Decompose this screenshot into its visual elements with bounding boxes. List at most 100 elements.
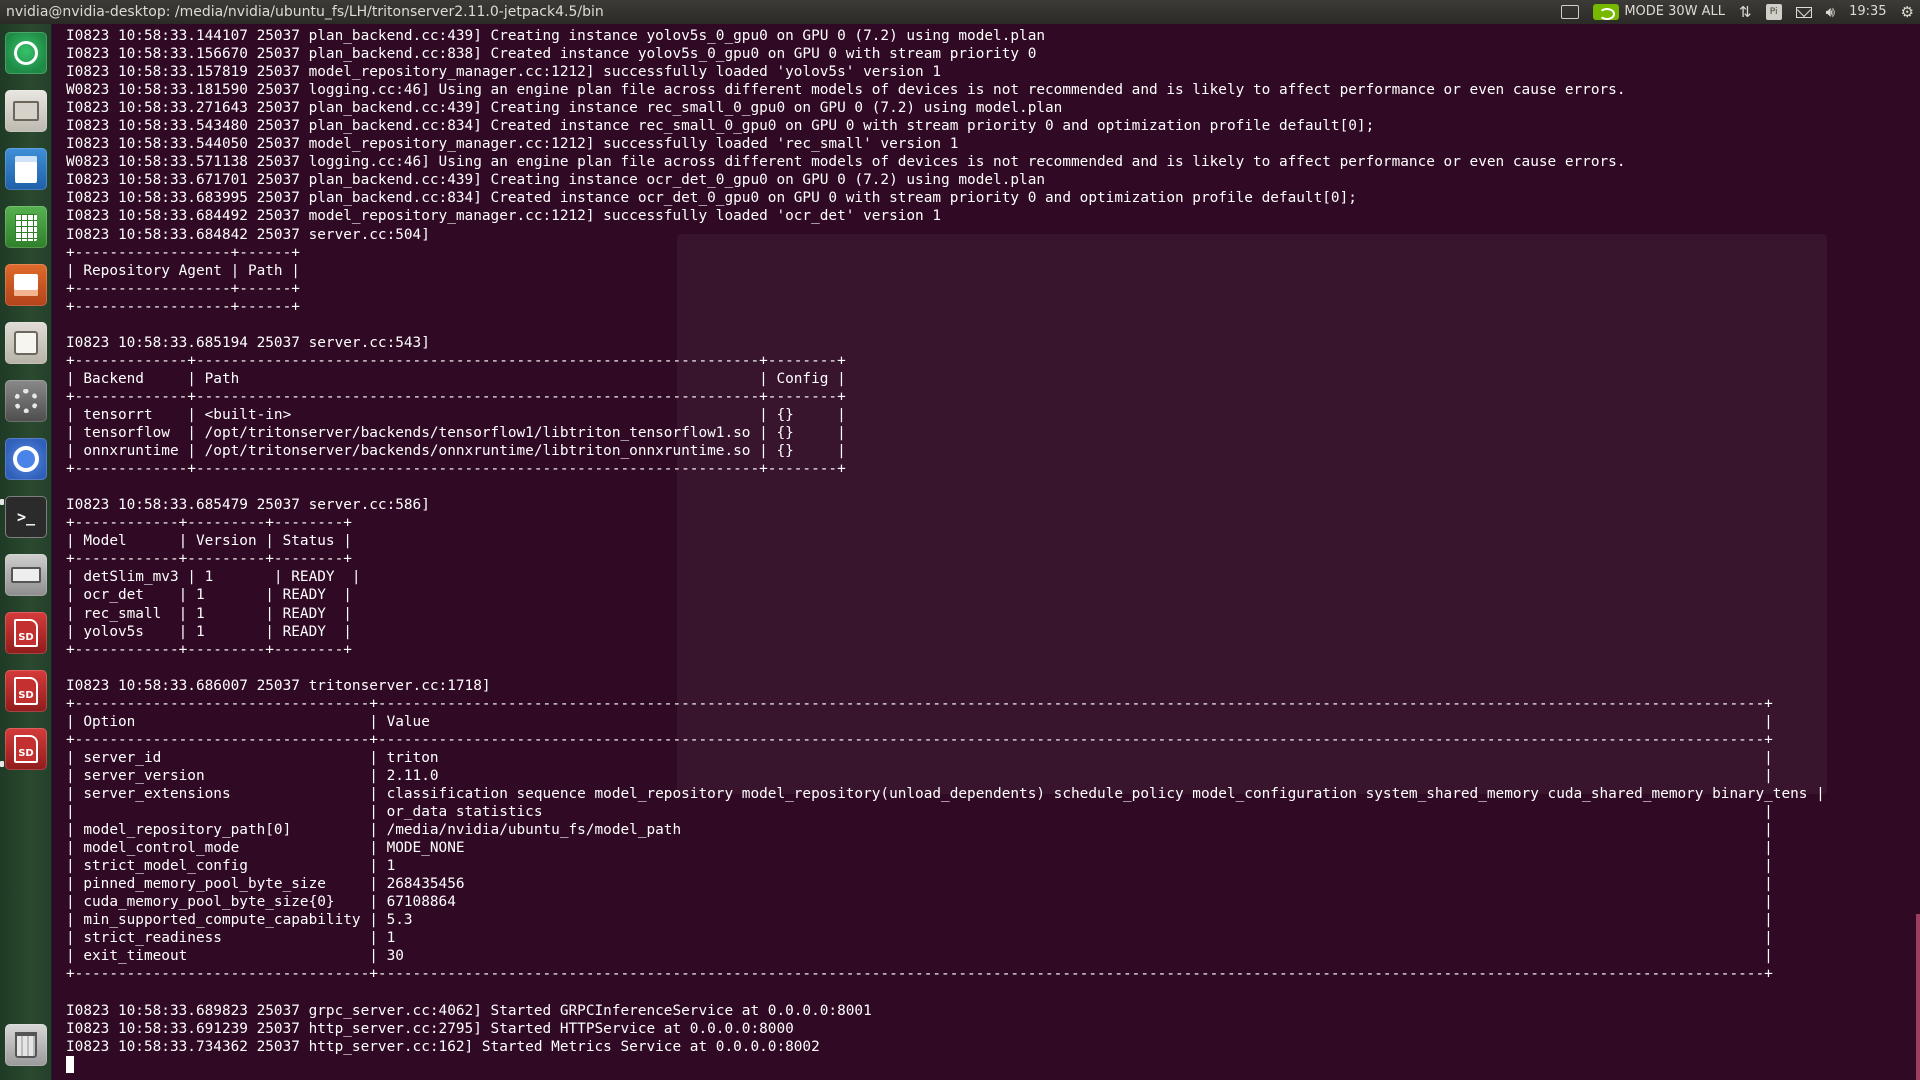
terminal-line: I0823 10:58:33.691239 25037 http_server.…	[66, 1020, 794, 1037]
terminal-line: | yolov5s | 1 | READY |	[66, 623, 352, 640]
terminal-line: +-------------+-------------------------…	[66, 461, 846, 478]
terminal-line: +------------+---------+--------+	[66, 515, 352, 532]
terminal-line: I0823 10:58:33.671701 25037 plan_backend…	[66, 172, 1046, 189]
writer-icon	[15, 155, 37, 183]
terminal-line: +-------------+-------------------------…	[66, 352, 846, 369]
files-launcher[interactable]	[5, 90, 47, 132]
trash-launcher[interactable]	[5, 1024, 47, 1066]
impress-icon	[14, 274, 38, 296]
store-icon	[14, 331, 38, 355]
mail-indicator[interactable]	[1795, 0, 1812, 24]
terminal-line: I0823 10:58:33.543480 25037 plan_backend…	[66, 118, 1375, 135]
terminal-line: | Model | Version | Status |	[66, 533, 352, 550]
terminal-line: | min_supported_compute_capability | 5.3…	[66, 912, 1773, 929]
window-title: nvidia@nvidia-desktop: /media/nvidia/ubu…	[6, 4, 604, 20]
drive-icon	[11, 567, 41, 583]
prompt-line[interactable]	[66, 1055, 1825, 1074]
terminal-line: | Option | Value |	[66, 713, 1773, 730]
keyboard-icon: Pi	[1765, 4, 1782, 20]
ubuntu-dash-icon	[14, 41, 38, 65]
app-indicator-icon[interactable]	[1561, 0, 1580, 24]
terminal-line: I0823 10:58:33.144107 25037 plan_backend…	[66, 28, 1046, 44]
sd-card-launcher-2[interactable]: SD	[5, 670, 47, 712]
power-mode-label: MODE 30W ALL	[1624, 4, 1726, 19]
terminal-line: I0823 10:58:33.686007 25037 tritonserver…	[66, 677, 491, 694]
sd-card-launcher-3[interactable]: SD	[5, 728, 47, 770]
system-tray: MODE 30W ALL ⇅ Pi 🔊︎ 19:35 ⚙	[1561, 0, 1914, 24]
terminal-line: | tensorflow | /opt/tritonserver/backend…	[66, 425, 846, 442]
terminal-line: W0823 10:58:33.571138 25037 logging.cc:4…	[66, 154, 1626, 171]
terminal-line: I0823 10:58:33.685194 25037 server.cc:54…	[66, 334, 430, 351]
nvidia-power-mode[interactable]: MODE 30W ALL	[1593, 0, 1725, 24]
terminal-line: | Repository Agent | Path |	[66, 262, 300, 279]
terminal-line: | detSlim_mv3 | 1 | READY |	[66, 569, 361, 586]
terminal-line: I0823 10:58:33.156670 25037 plan_backend…	[66, 46, 1037, 63]
terminal-line: | onnxruntime | /opt/tritonserver/backen…	[66, 443, 846, 460]
keyboard-indicator[interactable]: Pi	[1765, 0, 1782, 24]
sd-card-icon: SD	[14, 677, 38, 705]
terminal-line: +----------------------------------+----…	[66, 966, 1773, 983]
terminal-icon: >_	[16, 508, 36, 526]
terminal-line: +----------------------------------+----…	[66, 731, 1773, 748]
terminal-line: | exit_timeout | 30 |	[66, 948, 1773, 965]
terminal-line: | server_version | 2.11.0 |	[66, 767, 1773, 784]
clock[interactable]: 19:35	[1849, 0, 1886, 24]
terminal-line: W0823 10:58:33.181590 25037 logging.cc:4…	[66, 82, 1626, 99]
terminal-line: I0823 10:58:33.157819 25037 model_reposi…	[66, 64, 942, 81]
terminal-line: +----------------------------------+----…	[66, 695, 1773, 712]
nvidia-icon	[1593, 4, 1620, 20]
sd-card-launcher-1[interactable]: SD	[5, 612, 47, 654]
writer-launcher[interactable]	[5, 148, 47, 190]
sd-card-icon: SD	[14, 735, 38, 763]
volume-icon[interactable]: 🔊︎	[1826, 0, 1835, 24]
terminal-line: +------------+---------+--------+	[66, 551, 352, 568]
calc-icon	[15, 213, 37, 241]
terminal-line: | server_extensions | classification seq…	[66, 785, 1825, 802]
terminal-line: +------------+---------+--------+	[66, 641, 352, 658]
terminal-line: +------------------+------+	[66, 280, 300, 297]
trash-icon	[15, 1032, 37, 1058]
top-panel: nvidia@nvidia-desktop: /media/nvidia/ubu…	[0, 0, 1920, 24]
drive-launcher[interactable]	[5, 554, 47, 596]
terminal-launcher[interactable]: >_	[5, 496, 47, 538]
terminal-line: I0823 10:58:33.544050 25037 model_reposi…	[66, 136, 959, 153]
dash-home-button[interactable]	[5, 32, 47, 74]
terminal-line: I0823 10:58:33.684492 25037 model_reposi…	[66, 208, 942, 225]
terminal-line: I0823 10:58:33.683995 25037 plan_backend…	[66, 190, 1357, 207]
terminal-line: | tensorrt | <built-in> | {} |	[66, 406, 846, 423]
calc-launcher[interactable]	[5, 206, 47, 248]
sd-card-icon: SD	[14, 619, 38, 647]
files-icon	[13, 101, 39, 121]
terminal-line: I0823 10:58:33.271643 25037 plan_backend…	[66, 100, 1063, 117]
terminal-line: | strict_readiness | 1 |	[66, 930, 1773, 947]
terminal-window[interactable]: I0823 10:58:33.144107 25037 plan_backend…	[52, 24, 1920, 1080]
terminal-line: +------------------+------+	[66, 244, 300, 261]
terminal-line: | ocr_det | 1 | READY |	[66, 587, 352, 604]
mail-icon	[1795, 6, 1812, 18]
running-indicator	[0, 499, 4, 505]
terminal-line: | model_control_mode | MODE_NONE |	[66, 840, 1773, 857]
software-center-launcher[interactable]	[5, 322, 47, 364]
terminal-scrollbar[interactable]	[1916, 914, 1920, 1080]
terminal-line: | pinned_memory_pool_byte_size | 2684354…	[66, 876, 1773, 893]
terminal-line: | model_repository_path[0] | /media/nvid…	[66, 822, 1773, 839]
gear-icon[interactable]: ⚙	[1901, 0, 1914, 24]
terminal-line: +------------------+------+	[66, 298, 300, 315]
terminal-output[interactable]: I0823 10:58:33.144107 25037 plan_backend…	[66, 27, 1825, 1074]
terminal-line: I0823 10:58:33.684842 25037 server.cc:50…	[66, 226, 430, 243]
network-icon[interactable]: ⇅	[1739, 0, 1752, 24]
terminal-line: | server_id | triton |	[66, 749, 1773, 766]
terminal-line: | | or_data statistics |	[66, 804, 1773, 821]
terminal-line: | rec_small | 1 | READY |	[66, 605, 352, 622]
launcher: >_ SD SD SD	[0, 24, 52, 1080]
terminal-line: I0823 10:58:33.685479 25037 server.cc:58…	[66, 497, 430, 514]
terminal-line: | strict_model_config | 1 |	[66, 858, 1773, 875]
chromium-launcher[interactable]	[5, 438, 47, 480]
impress-launcher[interactable]	[5, 264, 47, 306]
settings-icon	[14, 389, 38, 413]
settings-launcher[interactable]	[5, 380, 47, 422]
